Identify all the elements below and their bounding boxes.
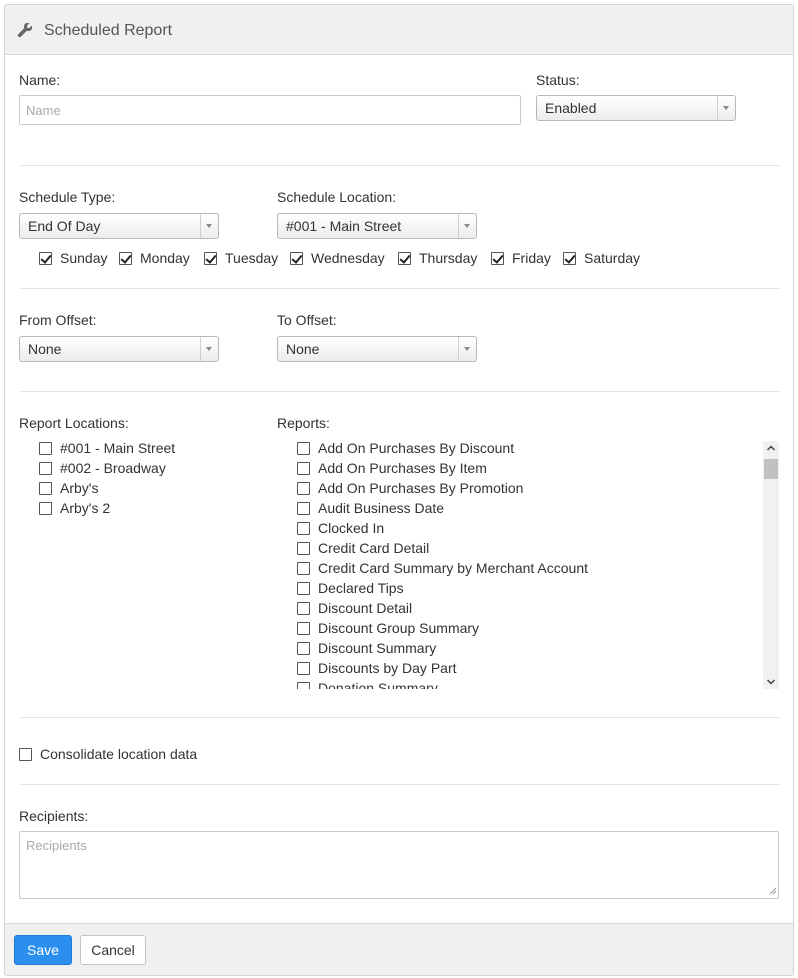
divider bbox=[20, 288, 779, 289]
name-label: Name: bbox=[19, 72, 61, 88]
chevron-down-icon bbox=[206, 347, 212, 351]
schedule-location-label: Schedule Location: bbox=[277, 189, 397, 205]
from-offset-label: From Offset: bbox=[19, 312, 97, 328]
divider bbox=[20, 717, 779, 718]
report-label: Donation Summary bbox=[318, 680, 438, 689]
wrench-icon bbox=[17, 22, 33, 38]
day-wednesday-checkbox[interactable] bbox=[290, 252, 303, 265]
day-wednesday-label: Wednesday bbox=[311, 250, 385, 266]
schedule-location-selected-value: #001 - Main Street bbox=[286, 218, 402, 234]
reports-label: Reports: bbox=[277, 415, 330, 431]
consolidate-checkbox[interactable] bbox=[19, 748, 32, 761]
day-sunday-label: Sunday bbox=[60, 250, 108, 266]
report-checkbox[interactable] bbox=[297, 562, 310, 575]
chevron-down-icon bbox=[723, 106, 729, 110]
report-label: Credit Card Summary by Merchant Account bbox=[318, 560, 588, 576]
consolidate-label: Consolidate location data bbox=[40, 746, 198, 762]
report-label: Discount Summary bbox=[318, 640, 437, 656]
report-checkbox[interactable] bbox=[297, 642, 310, 655]
report-checkbox[interactable] bbox=[297, 502, 310, 515]
name-input[interactable] bbox=[19, 95, 521, 125]
day-monday-label: Monday bbox=[140, 250, 190, 266]
report-checkbox[interactable] bbox=[297, 602, 310, 615]
schedule-location-select[interactable]: #001 - Main Street bbox=[277, 213, 477, 239]
page-title: Scheduled Report bbox=[44, 22, 173, 39]
schedule-location-dropdown-button[interactable] bbox=[458, 214, 476, 238]
report-label: Add On Purchases By Promotion bbox=[318, 480, 524, 496]
status-label: Status: bbox=[536, 72, 580, 88]
report-label: Audit Business Date bbox=[318, 500, 445, 516]
status-select[interactable]: Enabled bbox=[536, 95, 736, 121]
report-checkbox[interactable] bbox=[297, 582, 310, 595]
report-label: Discounts by Day Part bbox=[318, 660, 457, 676]
report-label: Clocked In bbox=[318, 520, 385, 536]
report-label: Declared Tips bbox=[318, 580, 404, 596]
report-checkbox[interactable] bbox=[297, 462, 310, 475]
resize-handle-icon[interactable] bbox=[767, 885, 777, 895]
report-checkbox[interactable] bbox=[297, 662, 310, 675]
to-offset-select[interactable]: None bbox=[277, 336, 477, 362]
location-label: Arby's bbox=[60, 480, 99, 496]
location-label: #001 - Main Street bbox=[60, 440, 176, 456]
report-label: Credit Card Detail bbox=[318, 540, 430, 556]
day-thursday-checkbox[interactable] bbox=[398, 252, 411, 265]
day-tuesday-label: Tuesday bbox=[225, 250, 279, 266]
recipients-label: Recipients: bbox=[19, 808, 89, 824]
recipients-input[interactable] bbox=[19, 831, 779, 899]
report-label: Discount Group Summary bbox=[318, 620, 480, 636]
location-checkbox[interactable] bbox=[39, 502, 52, 515]
report-checkbox[interactable] bbox=[297, 482, 310, 495]
from-offset-selected-value: None bbox=[28, 341, 62, 357]
schedule-type-label: Schedule Type: bbox=[19, 189, 116, 205]
divider bbox=[20, 784, 779, 785]
day-tuesday-checkbox[interactable] bbox=[204, 252, 217, 265]
divider bbox=[20, 391, 779, 392]
from-offset-select[interactable]: None bbox=[19, 336, 219, 362]
report-label: Add On Purchases By Discount bbox=[318, 440, 515, 456]
location-label: #002 - Broadway bbox=[60, 460, 166, 476]
day-friday-checkbox[interactable] bbox=[491, 252, 504, 265]
day-sunday-checkbox[interactable] bbox=[39, 252, 52, 265]
report-checkbox[interactable] bbox=[297, 522, 310, 535]
report-checkbox[interactable] bbox=[297, 682, 310, 689]
to-offset-dropdown-button[interactable] bbox=[458, 337, 476, 361]
save-button[interactable]: Save bbox=[14, 935, 72, 965]
from-offset-dropdown-button[interactable] bbox=[200, 337, 218, 361]
day-friday-label: Friday bbox=[512, 250, 551, 266]
location-label: Arby's 2 bbox=[60, 500, 111, 516]
chevron-down-icon bbox=[464, 224, 470, 228]
schedule-type-dropdown-button[interactable] bbox=[200, 214, 218, 238]
cancel-button[interactable]: Cancel bbox=[80, 935, 146, 965]
reports-list[interactable]: Add On Purchases By Discount Add On Purc… bbox=[295, 439, 780, 689]
panel-header: Scheduled Report bbox=[5, 5, 793, 55]
reports-scrollbar[interactable] bbox=[763, 441, 779, 689]
report-checkbox[interactable] bbox=[297, 442, 310, 455]
status-selected-value: Enabled bbox=[545, 100, 597, 116]
report-label: Add On Purchases By Item bbox=[318, 460, 487, 476]
day-monday-checkbox[interactable] bbox=[119, 252, 132, 265]
to-offset-selected-value: None bbox=[286, 341, 320, 357]
report-checkbox[interactable] bbox=[297, 542, 310, 555]
divider bbox=[20, 165, 779, 166]
status-dropdown-button[interactable] bbox=[717, 96, 735, 120]
schedule-type-selected-value: End Of Day bbox=[28, 218, 101, 234]
report-locations-label: Report Locations: bbox=[19, 415, 129, 431]
chevron-down-icon bbox=[206, 224, 212, 228]
location-checkbox[interactable] bbox=[39, 442, 52, 455]
location-checkbox[interactable] bbox=[39, 462, 52, 475]
chevron-down-icon[interactable] bbox=[766, 677, 776, 687]
chevron-down-icon bbox=[464, 347, 470, 351]
day-saturday-checkbox[interactable] bbox=[563, 252, 576, 265]
schedule-type-select[interactable]: End Of Day bbox=[19, 213, 219, 239]
report-label: Discount Detail bbox=[318, 600, 413, 616]
chevron-up-icon[interactable] bbox=[766, 443, 776, 453]
to-offset-label: To Offset: bbox=[277, 312, 337, 328]
scrollbar-thumb[interactable] bbox=[764, 459, 778, 479]
location-checkbox[interactable] bbox=[39, 482, 52, 495]
day-saturday-label: Saturday bbox=[584, 250, 641, 266]
panel-footer: Save Cancel bbox=[5, 923, 793, 975]
report-checkbox[interactable] bbox=[297, 622, 310, 635]
scheduled-report-panel: Scheduled Report Name: Status: Enabled S… bbox=[4, 4, 794, 976]
day-thursday-label: Thursday bbox=[419, 250, 478, 266]
